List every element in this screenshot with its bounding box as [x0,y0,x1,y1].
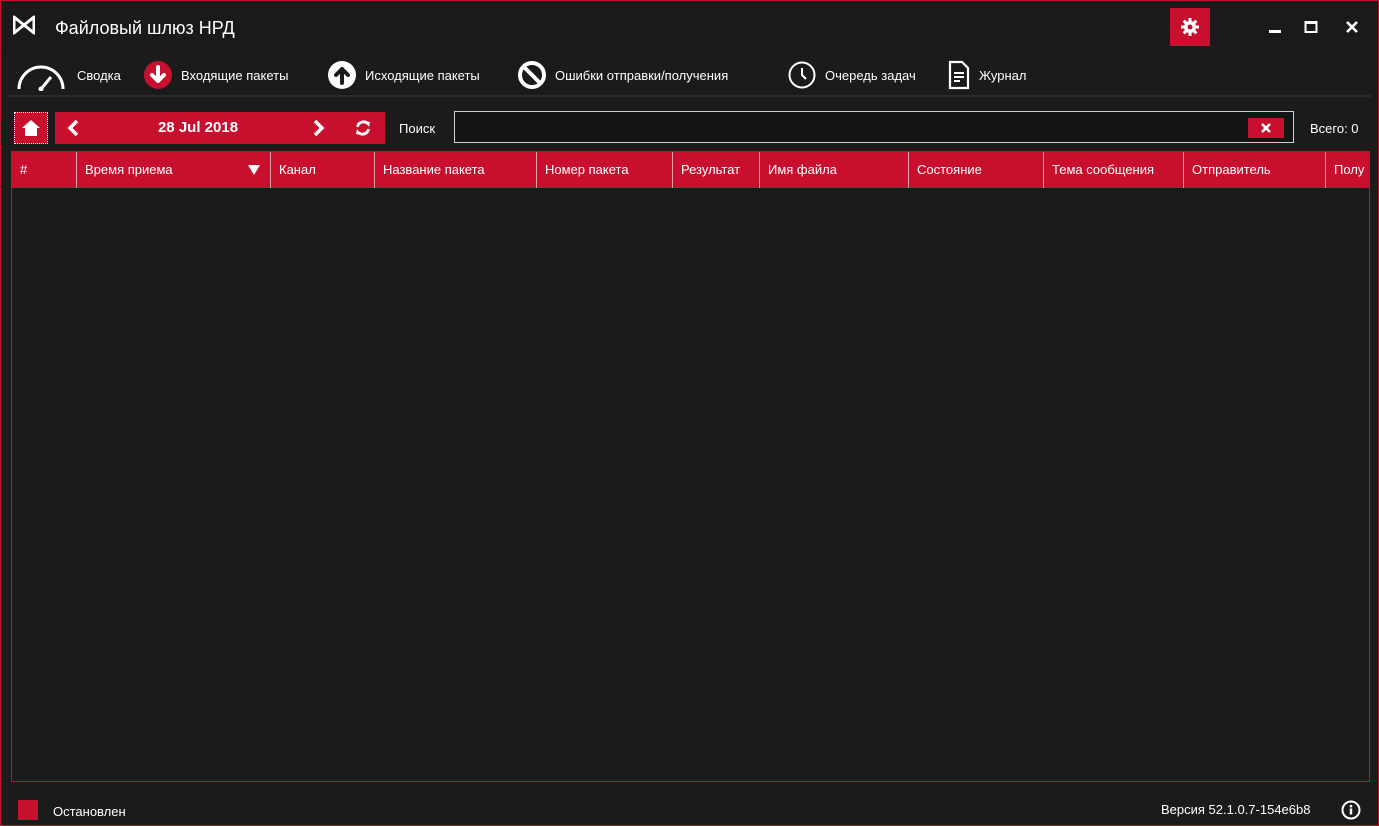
tab-incoming-packages[interactable]: Входящие пакеты [143,55,289,97]
column-header-result[interactable]: Результат [673,152,760,188]
tab-journal[interactable]: Журнал [947,55,1026,95]
minimize-icon [1269,30,1281,33]
tab-send-receive-errors[interactable]: Ошибки отправки/получения [517,55,728,95]
clock-icon [787,60,817,90]
column-header-sender[interactable]: Отправитель [1184,152,1326,188]
app-title: Файловый шлюз НРД [55,18,235,38]
next-date-button[interactable] [309,118,329,138]
tab-outgoing-packages-label: Исходящие пакеты [365,67,480,83]
minimize-button[interactable] [1263,15,1287,39]
column-header-file-name[interactable]: Имя файла [760,152,909,188]
tab-outgoing-packages[interactable]: Исходящие пакеты [327,55,480,95]
column-header-receive-time-label: Время приема [85,162,173,177]
table-header: # Время приема Канал Название пакета Ном… [12,152,1369,188]
sort-desc-icon [248,165,260,175]
chevron-left-icon [67,119,79,137]
tab-task-queue[interactable]: Очередь задач [787,55,916,95]
column-header-number[interactable]: # [12,152,77,188]
tab-incoming-packages-label: Входящие пакеты [181,67,289,83]
toolbar: 28 Jul 2018 Поиск Всего: 0 [1,109,1378,147]
date-selector: 28 Jul 2018 [55,112,385,144]
maximize-button[interactable] [1299,15,1323,39]
column-header-recipient[interactable]: Полу [1326,152,1369,188]
home-icon [22,120,40,136]
home-button[interactable] [14,112,48,144]
gauge-icon [15,59,69,91]
info-icon[interactable] [1341,800,1361,820]
close-icon [1346,21,1358,33]
search-label: Поиск [399,121,436,136]
total-count: Всего: 0 [1310,121,1359,136]
clear-search-button[interactable] [1248,118,1284,138]
ban-icon [517,60,547,90]
gear-icon [1181,18,1199,36]
main-nav: Сводка Входящие пакеты Исходящие пакеты … [1,55,1378,97]
app-window: Файловый шлюз НРД Сводка Входящие пакеты… [0,0,1379,826]
packages-table[interactable]: # Время приема Канал Название пакета Ном… [11,151,1370,782]
current-date[interactable]: 28 Jul 2018 [123,119,273,136]
tab-summary-label: Сводка [77,67,121,83]
version-text: Версия 52.1.0.7-154e6b8 [1161,802,1311,817]
column-header-receive-time[interactable]: Время приема [77,152,271,188]
refresh-button[interactable] [353,118,373,138]
refresh-icon [356,120,370,136]
tab-task-queue-label: Очередь задач [825,67,916,83]
tab-summary[interactable]: Сводка [15,55,121,95]
column-header-package-number[interactable]: Номер пакета [537,152,673,188]
previous-date-button[interactable] [63,118,83,138]
nav-divider [9,95,1371,97]
close-icon [1261,123,1271,133]
status-bar: Остановлен Версия 52.1.0.7-154e6b8 [1,791,1378,825]
arrow-down-circle-icon [143,60,173,90]
column-header-package-name[interactable]: Название пакета [375,152,537,188]
column-header-message-subject[interactable]: Тема сообщения [1044,152,1184,188]
status-text: Остановлен [53,804,126,819]
tab-send-receive-errors-label: Ошибки отправки/получения [555,67,729,83]
search-input[interactable] [454,111,1294,143]
close-button[interactable] [1340,15,1364,39]
chevron-right-icon [313,119,325,137]
arrow-up-circle-icon [327,60,357,90]
column-header-state[interactable]: Состояние [909,152,1044,188]
status-indicator [18,800,38,820]
title-bar[interactable]: Файловый шлюз НРД [1,1,1378,51]
column-header-channel[interactable]: Канал [271,152,375,188]
tab-journal-label: Журнал [979,67,1027,83]
settings-button[interactable] [1170,8,1210,46]
maximize-icon [1304,21,1318,33]
moex-logo-icon [13,15,35,35]
document-icon [947,60,971,90]
